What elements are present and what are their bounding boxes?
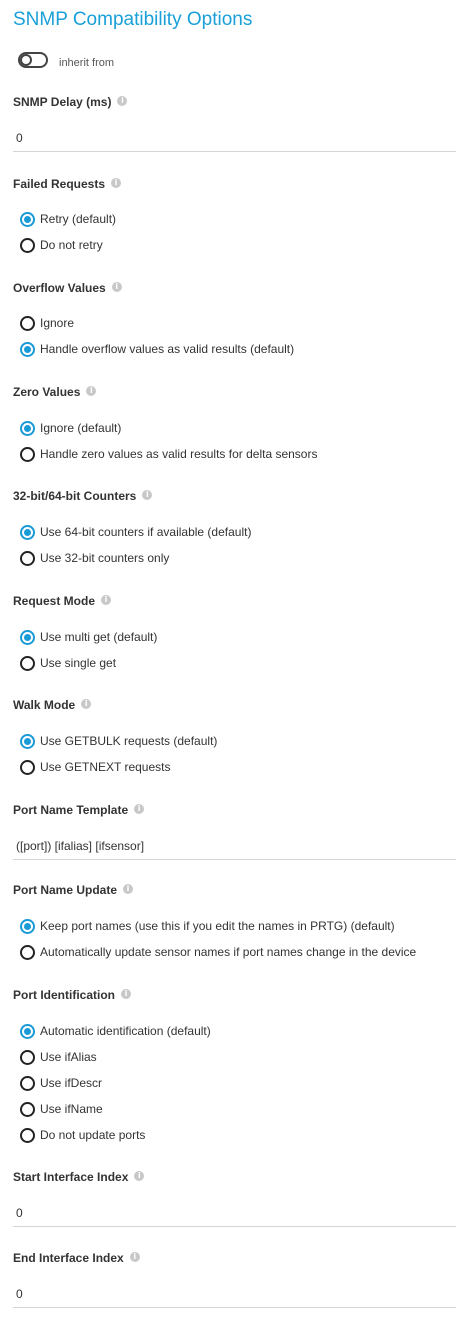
info-icon[interactable]: i [111,178,122,188]
radio-zero-handle[interactable]: Handle zero values as valid results for … [20,445,317,463]
radio-button[interactable] [20,759,35,775]
request-mode-label: Request Mode i [13,594,112,608]
zero-values-label: Zero Values i [13,385,97,399]
radio-label: Ignore (default) [40,421,122,435]
info-icon[interactable]: i [121,989,131,999]
radio-button[interactable] [20,341,35,357]
radio-ifalias[interactable]: Use ifAlias [20,1048,97,1066]
info-icon[interactable]: i [134,804,145,814]
inherit-toggle-label: inherit from [59,57,115,69]
radio-label: Use GETBULK requests (default) [40,734,218,748]
info-icon[interactable]: i [129,1252,140,1262]
radio-button[interactable] [20,237,35,253]
radio-button[interactable] [20,944,35,960]
start-interface-index-value: 0 [16,1206,23,1220]
radio-label: Handle overflow values as valid results … [40,342,295,356]
radio-button[interactable] [20,1049,35,1065]
radio-label: Do not retry [40,238,103,252]
radio-button[interactable] [20,420,35,436]
info-icon[interactable]: i [81,699,92,709]
info-icon[interactable]: i [134,1171,145,1181]
radio-label: Use ifName [40,1102,103,1116]
radio-button[interactable] [20,733,35,749]
radio-label: Do not update ports [40,1128,146,1142]
radio-button[interactable] [20,211,35,227]
radio-auto-identification[interactable]: Automatic identification (default) [20,1022,211,1040]
radio-overflow-ignore[interactable]: Ignore [20,314,74,332]
info-icon[interactable]: i [123,884,134,894]
radio-64bit[interactable]: Use 64-bit counters if available (defaul… [20,523,251,541]
snmp-delay-value: 0 [16,131,23,145]
radio-ifdescr[interactable]: Use ifDescr [20,1074,102,1092]
info-icon[interactable]: i [111,282,122,292]
radio-label: Use single get [40,656,117,670]
port-name-template-value: ([port]) [ifalias] [ifsensor] [16,839,145,853]
info-icon[interactable]: i [101,595,112,605]
toggle-knob [20,54,32,66]
radio-auto-update-names[interactable]: Automatically update sensor names if por… [20,943,416,961]
port-name-template-field[interactable]: ([port]) [ifalias] [ifsensor] [13,834,456,860]
radio-label: Use ifAlias [40,1050,97,1064]
radio-button[interactable] [20,315,35,331]
failed-requests-label: Failed Requests i [13,177,122,191]
radio-multi-get[interactable]: Use multi get (default) [20,628,157,646]
radio-button[interactable] [20,918,35,934]
radio-retry[interactable]: Retry (default) [20,210,116,228]
radio-label: Automatically update sensor names if por… [40,945,417,959]
inherit-toggle[interactable] [18,52,48,68]
info-icon[interactable]: i [142,490,153,500]
radio-getbulk[interactable]: Use GETBULK requests (default) [20,732,217,750]
port-name-update-label: Port Name Update i [13,883,134,897]
radio-overflow-handle[interactable]: Handle overflow values as valid results … [20,340,294,358]
counters-label: 32-bit/64-bit Counters i [13,489,153,503]
radio-do-not-update-ports[interactable]: Do not update ports [20,1126,145,1144]
radio-button[interactable] [20,1023,35,1039]
radio-button[interactable] [20,655,35,671]
radio-label: Keep port names (use this if you edit th… [40,919,395,933]
radio-button[interactable] [20,524,35,540]
radio-label: Use GETNEXT requests [40,760,171,774]
radio-label: Use 32-bit counters only [40,551,170,565]
info-icon[interactable]: i [86,386,97,396]
radio-button[interactable] [20,1127,35,1143]
start-interface-index-label: Start Interface Index i [13,1170,145,1184]
start-interface-index-field[interactable]: 0 [13,1201,456,1227]
radio-label: Use 64-bit counters if available (defaul… [40,525,252,539]
radio-label: Retry (default) [40,212,117,226]
radio-keep-port-names[interactable]: Keep port names (use this if you edit th… [20,917,395,935]
radio-32bit[interactable]: Use 32-bit counters only [20,549,169,567]
radio-do-not-retry[interactable]: Do not retry [20,236,103,254]
overflow-values-label: Overflow Values i [13,281,122,295]
walk-mode-label: Walk Mode i [13,698,92,712]
radio-button[interactable] [20,1101,35,1117]
radio-label: Use ifDescr [40,1076,103,1090]
radio-label: Handle zero values as valid results for … [40,447,318,461]
info-icon[interactable]: i [117,96,128,106]
radio-button[interactable] [20,629,35,645]
radio-button[interactable] [20,1075,35,1091]
snmp-delay-label: SNMP Delay (ms) i [13,95,128,109]
radio-single-get[interactable]: Use single get [20,654,116,672]
end-interface-index-label: End Interface Index i [13,1251,140,1265]
end-interface-index-field[interactable]: 0 [13,1282,456,1308]
radio-button[interactable] [20,446,35,462]
snmp-delay-field[interactable]: 0 [13,126,456,152]
radio-zero-ignore[interactable]: Ignore (default) [20,419,121,437]
radio-label: Automatic identification (default) [40,1024,211,1038]
radio-label: Use multi get (default) [40,630,158,644]
radio-getnext[interactable]: Use GETNEXT requests [20,758,171,776]
port-identification-label: Port Identification i [13,988,131,1002]
radio-label: Ignore [40,316,75,330]
section-title: SNMP Compatibility Options [13,9,253,30]
radio-ifname[interactable]: Use ifName [20,1100,103,1118]
radio-button[interactable] [20,550,35,566]
end-interface-index-value: 0 [16,1287,23,1301]
port-name-template-label: Port Name Template i [13,803,145,817]
